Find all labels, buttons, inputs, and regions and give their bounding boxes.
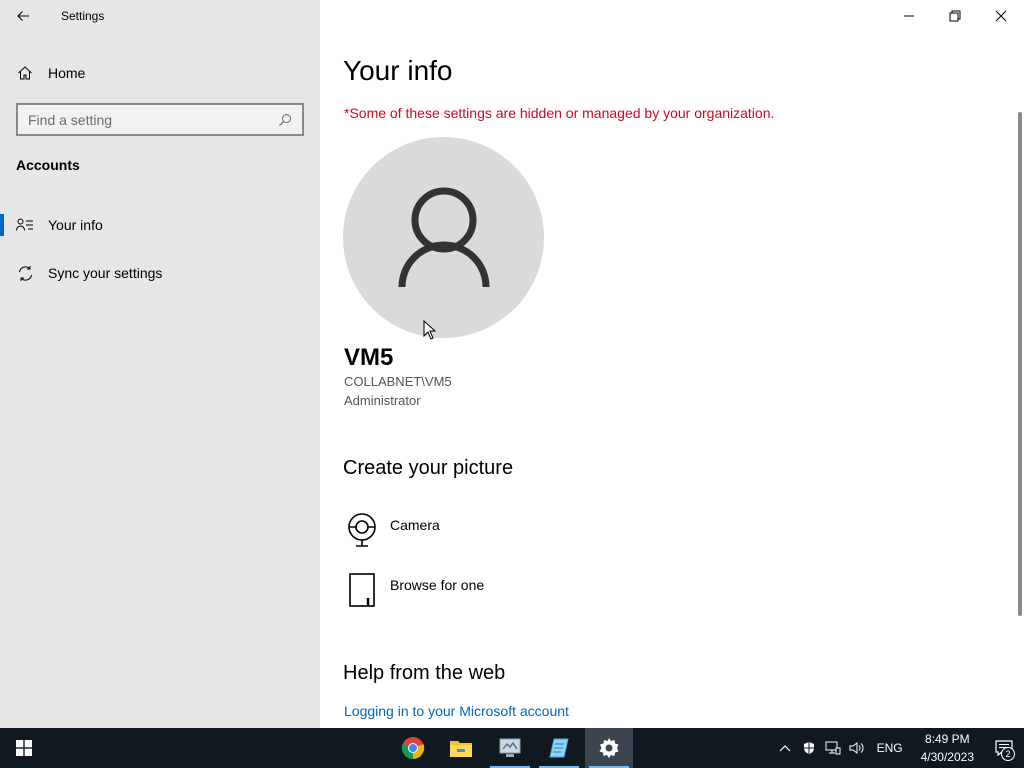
minimize-button[interactable] (886, 0, 932, 32)
user-avatar (343, 137, 544, 338)
camera-option[interactable]: Camera (343, 511, 543, 555)
sidebar-item-label: Your info (48, 217, 103, 233)
sidebar-item-sync-settings[interactable]: Sync your settings (0, 256, 320, 290)
search-icon[interactable] (274, 109, 296, 131)
back-arrow-icon (17, 11, 29, 21)
system-tray: ENG 8:49 PM 4/30/2023 2 (773, 728, 1024, 768)
restore-icon (949, 10, 961, 22)
sidebar-item-your-info[interactable]: Your info (0, 208, 320, 242)
help-heading: Help from the web (343, 662, 506, 684)
input-language-indicator[interactable]: ENG (877, 741, 903, 755)
restore-button[interactable] (932, 0, 978, 32)
browse-option[interactable]: Browse for one (343, 571, 543, 615)
taskbar-file-explorer[interactable] (437, 728, 485, 768)
section-heading-accounts: Accounts (16, 157, 80, 173)
sidebar-item-label: Home (48, 65, 86, 81)
notification-count-badge: 2 (1001, 747, 1015, 761)
camera-option-label: Camera (390, 517, 440, 533)
minimize-icon (904, 15, 914, 17)
taskbar-server-manager[interactable] (486, 728, 534, 768)
user-display-name: VM5 (344, 344, 394, 371)
help-link-microsoft-login[interactable]: Logging in to your Microsoft account (344, 703, 569, 719)
action-center-button[interactable]: 2 (984, 728, 1024, 768)
camera-icon (343, 511, 381, 549)
windows-logo-icon (16, 740, 32, 756)
notepad-icon (549, 738, 569, 758)
search-box[interactable] (16, 103, 304, 136)
org-managed-notice: *Some of these settings are hidden or ma… (344, 105, 775, 121)
sync-icon (16, 264, 34, 282)
person-icon (398, 187, 489, 287)
close-icon (995, 10, 1007, 22)
vertical-scrollbar[interactable] (1018, 112, 1022, 616)
start-button[interactable] (0, 728, 48, 768)
security-shield-icon[interactable] (797, 728, 821, 768)
network-icon[interactable] (821, 728, 845, 768)
browse-file-icon (343, 571, 381, 609)
clock-time: 8:49 PM (924, 732, 970, 746)
file-explorer-icon (450, 741, 472, 757)
show-hidden-icons-chevron-icon[interactable] (773, 728, 797, 768)
sidebar-item-label: Sync your settings (48, 265, 163, 281)
user-role: Administrator (344, 393, 421, 408)
settings-sidebar: Settings Home Accounts Your info (0, 0, 320, 728)
app-title: Settings (61, 9, 105, 23)
search-input[interactable] (18, 105, 274, 134)
taskbar-clock[interactable]: 8:49 PM 4/30/2023 (921, 730, 974, 766)
title-bar: Settings (0, 0, 320, 32)
server-manager-icon (499, 738, 521, 757)
browse-option-label: Browse for one (390, 577, 485, 593)
volume-icon[interactable] (845, 728, 869, 768)
person-list-icon (16, 216, 34, 234)
taskbar-chrome[interactable] (389, 728, 437, 768)
create-picture-heading: Create your picture (343, 457, 514, 479)
clock-date: 4/30/2023 (920, 750, 974, 764)
sidebar-item-home[interactable]: Home (0, 56, 320, 90)
user-account-name: COLLABNET\VM5 (344, 374, 452, 389)
close-button[interactable] (978, 0, 1024, 32)
taskbar-notepad[interactable] (535, 728, 583, 768)
back-button[interactable] (0, 0, 46, 32)
taskbar: ENG 8:49 PM 4/30/2023 2 (0, 728, 1024, 768)
window-controls (886, 0, 1024, 32)
chrome-icon (401, 737, 425, 759)
settings-gear-icon (599, 738, 619, 758)
page-title: Your info (343, 55, 453, 86)
home-icon (16, 64, 34, 82)
mouse-cursor-icon (423, 320, 437, 340)
taskbar-settings[interactable] (585, 728, 633, 768)
